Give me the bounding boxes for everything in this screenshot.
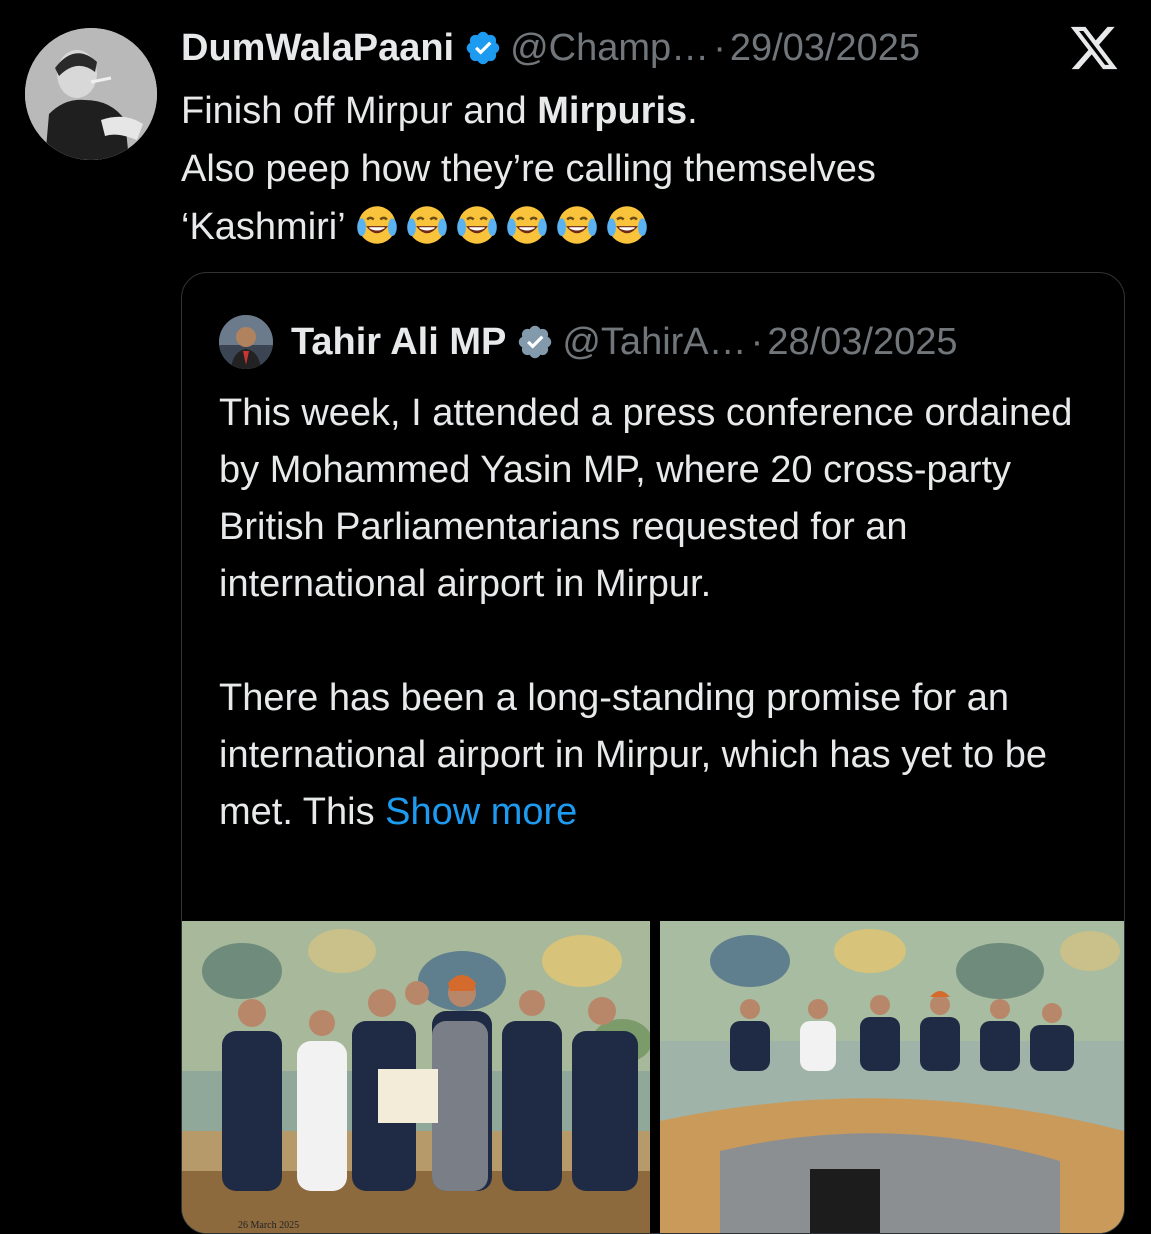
quoted-tweet-date[interactable]: 28/03/2025 [767, 321, 957, 364]
face-with-tears-of-joy-emoji [507, 206, 547, 244]
author-display-name[interactable]: DumWalaPaani [181, 27, 454, 70]
emoji-row [355, 206, 655, 248]
quoted-author-avatar[interactable] [219, 315, 273, 369]
quoted-tweet-card[interactable]: Tahir Ali MP @TahirA… · 28/03/2025 This … [181, 272, 1125, 1234]
author-avatar[interactable] [25, 28, 157, 160]
quoted-paragraph-2: There has been a long-standing promise f… [219, 677, 1047, 833]
show-more-link[interactable]: Show more [385, 791, 577, 833]
quoted-author-handle[interactable]: @TahirA… [562, 321, 746, 364]
face-with-tears-of-joy-emoji [557, 206, 597, 244]
quoted-tweet-header: Tahir Ali MP @TahirA… · 28/03/2025 [219, 315, 958, 369]
photo-caption: 26 March 2025 [238, 1220, 300, 1231]
quoted-author-display-name[interactable]: Tahir Ali MP [291, 321, 506, 364]
verified-badge-icon [466, 31, 500, 65]
tweet-header: DumWalaPaani @Champ… · 29/03/2025 [181, 22, 920, 74]
face-with-tears-of-joy-emoji [407, 206, 447, 244]
bold-mention: Mirpuris [537, 90, 688, 132]
tweet-date[interactable]: 29/03/2025 [730, 27, 920, 70]
tweet-text-line-2: Also peep how they’re calling themselves [181, 148, 876, 190]
author-handle[interactable]: @Champ… [510, 27, 709, 70]
x-logo-icon [1070, 26, 1118, 70]
media-grid: 26 March 2025 [182, 921, 1124, 1233]
face-with-tears-of-joy-emoji [357, 206, 397, 244]
tweet-text-line-1: Finish off Mirpur and Mirpuris. [181, 90, 698, 132]
verified-badge-icon [519, 325, 552, 359]
tweet-text: Finish off Mirpur and Mirpuris. Also pee… [181, 82, 1081, 256]
quoted-paragraph-1: This week, I attended a press conference… [219, 392, 1073, 605]
tweet-text-line-3: ‘Kashmiri’ [181, 198, 1081, 256]
separator-dot: · [750, 320, 764, 363]
photo-right[interactable] [660, 921, 1124, 1233]
quoted-tweet-text: This week, I attended a press conference… [219, 385, 1099, 841]
face-with-tears-of-joy-emoji [457, 206, 497, 244]
separator-dot: · [713, 26, 726, 69]
photo-left[interactable]: 26 March 2025 [182, 921, 650, 1233]
face-with-tears-of-joy-emoji [607, 206, 647, 244]
